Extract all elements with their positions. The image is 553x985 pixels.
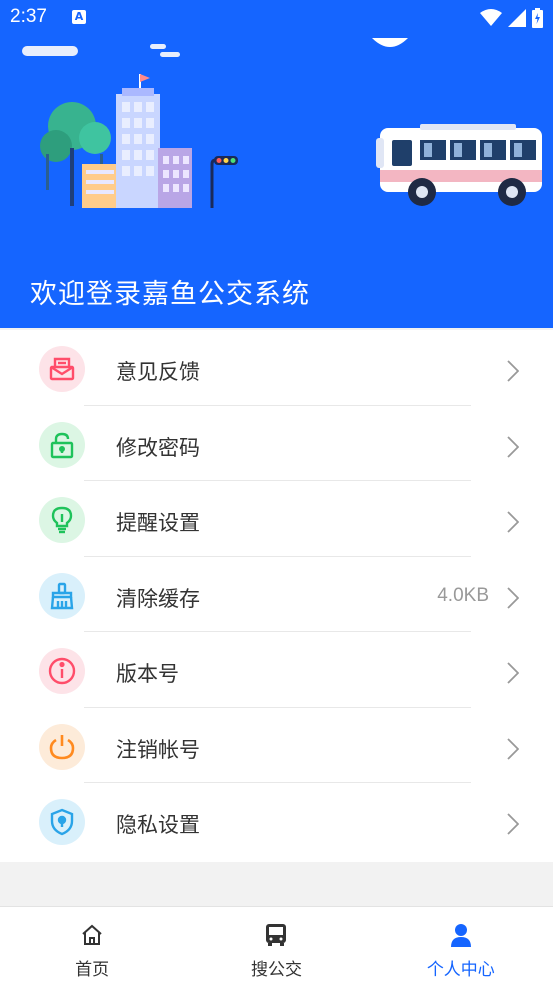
- status-bar: 2:37 A: [0, 0, 553, 36]
- cache-size-value: 4.0KB: [437, 584, 489, 606]
- nav-item-personal-center[interactable]: 个人中心: [369, 907, 553, 985]
- welcome-title: 欢迎登录嘉鱼公交系统: [30, 279, 310, 310]
- menu-label: 清除缓存: [116, 586, 200, 611]
- broom-icon: [39, 572, 85, 619]
- chevron-right-icon: [507, 435, 519, 458]
- menu-item-reminder-settings[interactable]: 提醒设置: [0, 481, 553, 557]
- menu-item-clear-cache[interactable]: 清除缓存 4.0KB: [0, 557, 553, 632]
- unlock-icon: [39, 421, 85, 468]
- city-bus-illustration: [22, 38, 542, 208]
- bus-icon: [266, 924, 287, 946]
- wifi-icon: [480, 9, 502, 26]
- menu-item-version[interactable]: 版本号: [0, 632, 553, 708]
- menu-label: 隐私设置: [116, 813, 200, 837]
- home-icon: [82, 924, 102, 945]
- info-icon: [39, 648, 85, 694]
- nav-label: 个人中心: [426, 960, 495, 980]
- chevron-right-icon: [507, 737, 519, 760]
- lightbulb-icon: [39, 497, 85, 543]
- menu-item-privacy-settings[interactable]: 隐私设置: [0, 783, 553, 859]
- menu-item-change-password[interactable]: 修改密码: [0, 406, 553, 481]
- nav-item-home[interactable]: 首页: [0, 907, 184, 985]
- menu-label: 版本号: [116, 662, 179, 686]
- nav-label: 首页: [75, 960, 110, 980]
- menu-label: 注销帐号: [116, 737, 200, 762]
- menu-label: 提醒设置: [116, 511, 200, 535]
- chevron-right-icon: [507, 586, 519, 609]
- menu-label: 意见反馈: [116, 360, 200, 384]
- menu-label: 修改密码: [116, 435, 200, 460]
- header-banner: 欢迎登录嘉鱼公交系统: [0, 36, 553, 328]
- status-icons: [480, 8, 543, 28]
- menu-item-deactivate-account[interactable]: 注销帐号: [0, 708, 553, 783]
- menu-item-feedback[interactable]: 意见反馈: [0, 330, 553, 406]
- notification-a-icon: A: [72, 10, 86, 24]
- nav-label: 搜公交: [250, 960, 302, 980]
- signal-icon: [508, 9, 526, 27]
- shield-lock-icon: [39, 799, 85, 845]
- feedback-mail-icon: [39, 346, 85, 392]
- status-time: 2:37: [10, 6, 47, 27]
- bottom-navigation: 首页 搜公交 个人中心: [0, 906, 553, 985]
- chevron-right-icon: [507, 360, 519, 382]
- chevron-right-icon: [507, 662, 519, 684]
- nav-item-search-bus[interactable]: 搜公交: [184, 907, 368, 985]
- chevron-right-icon: [507, 511, 519, 533]
- settings-menu: 意见反馈 修改密码 提醒设置 清除缓存 4.0KB 版本号 注销帐号 隐私设置: [0, 330, 553, 862]
- battery-icon: [532, 8, 543, 28]
- person-icon: [450, 924, 471, 947]
- chevron-right-icon: [507, 813, 519, 835]
- power-icon: [39, 723, 85, 770]
